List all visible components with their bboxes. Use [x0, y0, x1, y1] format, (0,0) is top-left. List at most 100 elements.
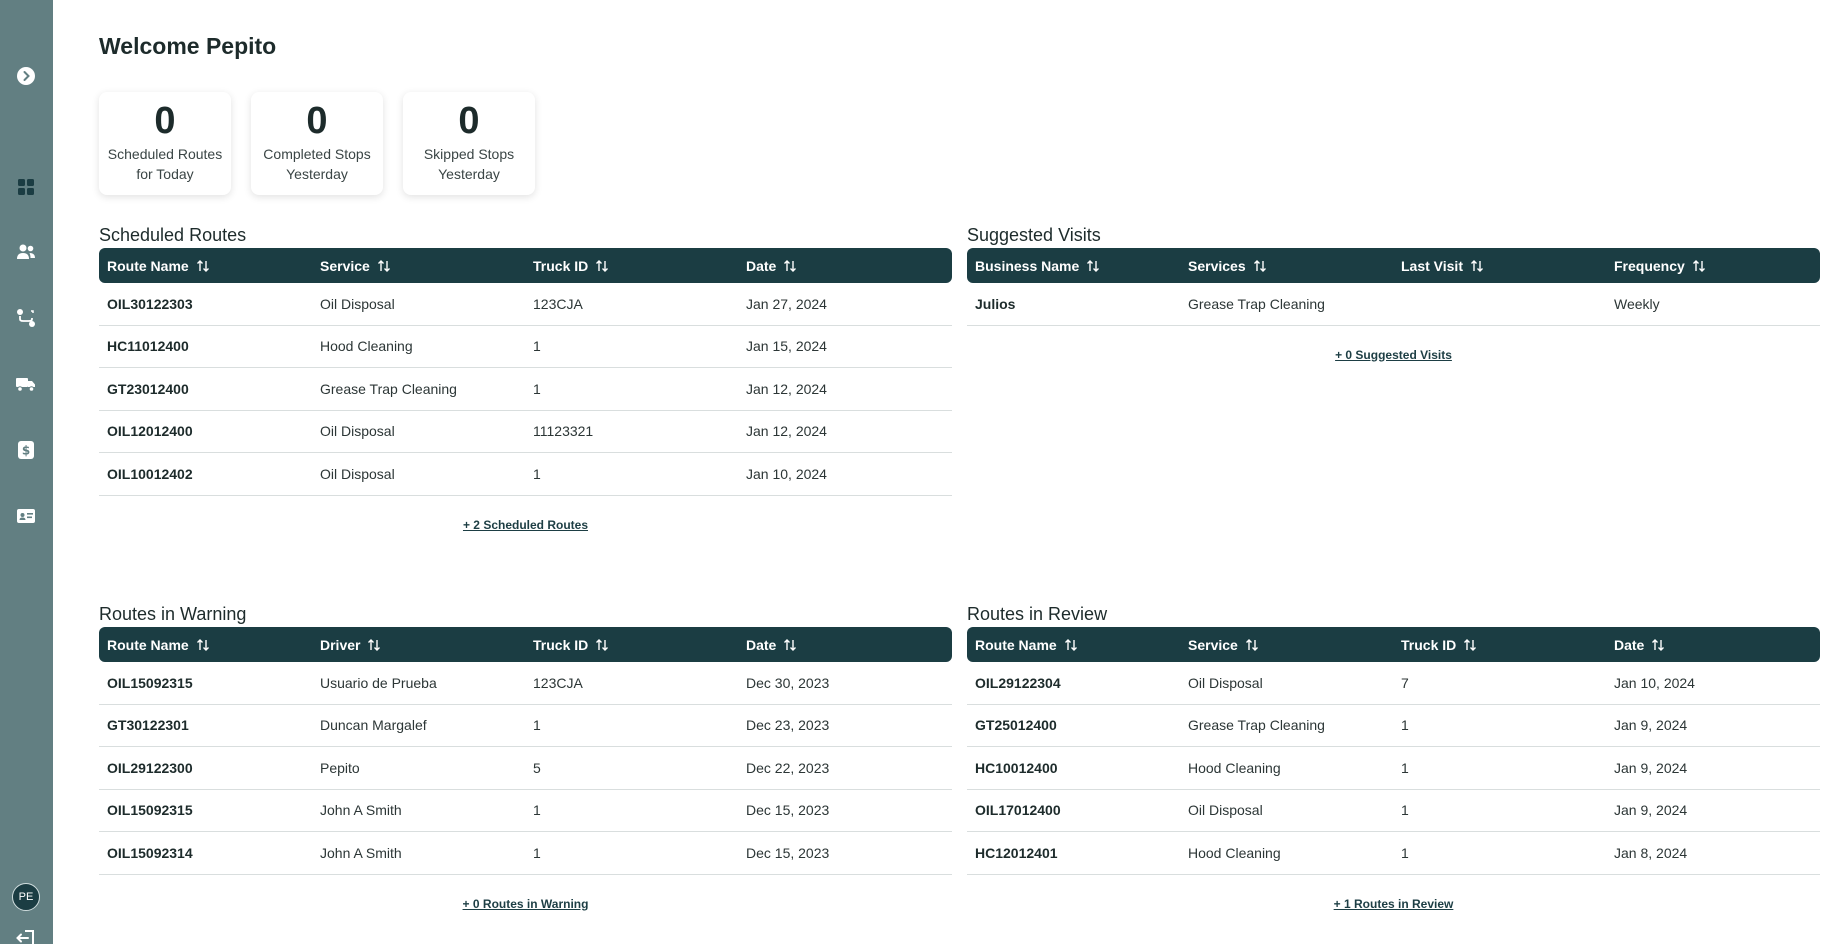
sort-icon[interactable] — [1253, 259, 1267, 273]
sidebar: $ PE — [0, 0, 53, 946]
table-row[interactable]: OIL10012402 Oil Disposal 1 Jan 10, 2024 — [99, 453, 952, 496]
table-row[interactable]: OIL17012400 Oil Disposal 1 Jan 9, 2024 — [967, 790, 1820, 832]
table-row[interactable]: OIL29122304 Oil Disposal 7 Jan 10, 2024 — [967, 662, 1820, 705]
sort-icon[interactable] — [595, 259, 609, 273]
sort-icon[interactable] — [783, 259, 797, 273]
table-cell: 1 — [1401, 759, 1409, 776]
stat-label: Completed Stops — [263, 146, 371, 162]
sort-icon[interactable] — [1463, 638, 1477, 652]
column-header[interactable]: Route Name — [99, 637, 312, 653]
column-label: Truck ID — [533, 257, 589, 274]
table-cell: Dec 23, 2023 — [746, 717, 830, 734]
sort-icon[interactable] — [1651, 638, 1665, 652]
table-row[interactable]: OIL15092315 John A Smith 1 Dec 15, 2023 — [99, 790, 952, 832]
scheduled-routes-section: Scheduled Routes Route Name Service Truck I… — [99, 222, 952, 532]
table-cell: Hood Cleaning — [1188, 759, 1281, 776]
column-header[interactable]: Truck ID — [1393, 637, 1606, 653]
column-header[interactable]: Driver — [312, 637, 525, 653]
sort-icon[interactable] — [1245, 638, 1259, 652]
table-cell: Dec 22, 2023 — [746, 759, 830, 776]
user-avatar[interactable]: PE — [12, 883, 40, 911]
sort-icon[interactable] — [196, 638, 210, 652]
show-more-link[interactable]: + 0 Routes in Warning — [99, 897, 952, 911]
table-cell: 1 — [533, 465, 541, 482]
stat-value: 0 — [306, 100, 328, 142]
table-row[interactable]: OIL15092314 John A Smith 1 Dec 15, 2023 — [99, 832, 952, 875]
show-more-link[interactable]: + 2 Scheduled Routes — [99, 518, 952, 532]
column-label: Driver — [320, 636, 361, 653]
column-header[interactable]: Last Visit — [1393, 258, 1606, 274]
table-cell: Oil Disposal — [320, 295, 395, 312]
table-cell: OIL29122300 — [107, 759, 193, 776]
sort-icon[interactable] — [367, 638, 381, 652]
stat-card-skipped-stops: 0 Skipped Stops Yesterday — [403, 92, 535, 195]
column-label: Truck ID — [1401, 636, 1457, 653]
truck-icon[interactable] — [14, 372, 38, 396]
column-header[interactable]: Date — [1606, 637, 1819, 653]
table-row[interactable]: OIL12012400 Oil Disposal 11123321 Jan 12, 2… — [99, 411, 952, 453]
table-cell: HC10012400 — [975, 759, 1058, 776]
table-cell: John A Smith — [320, 844, 402, 861]
table-cell: Pepito — [320, 759, 360, 776]
table-row[interactable]: HC10012400 Hood Cleaning 1 Jan 9, 2024 — [967, 747, 1820, 790]
table-cell: Hood Cleaning — [320, 338, 413, 355]
column-header[interactable]: Route Name — [99, 258, 312, 274]
column-header[interactable]: Business Name — [967, 258, 1180, 274]
show-more-link[interactable]: + 0 Suggested Visits — [967, 348, 1820, 362]
sort-icon[interactable] — [196, 259, 210, 273]
table-cell: OIL29122304 — [975, 674, 1061, 691]
stat-card-scheduled-routes: 0 Scheduled Routes for Today — [99, 92, 231, 195]
main-content: Welcome Pepito 0 Scheduled Routes for To… — [53, 0, 1837, 944]
column-header[interactable]: Date — [738, 637, 951, 653]
table-row[interactable]: OIL29122300 Pepito 5 Dec 22, 2023 — [99, 747, 952, 790]
column-header[interactable]: Frequency — [1606, 258, 1819, 274]
column-label: Business Name — [975, 257, 1080, 274]
table-cell: Oil Disposal — [1188, 802, 1263, 819]
column-label: Route Name — [107, 257, 189, 274]
table-row[interactable]: Julios Grease Trap Cleaning Weekly — [967, 283, 1820, 326]
column-header[interactable]: Date — [738, 258, 951, 274]
table-cell: 1 — [1401, 717, 1409, 734]
table-row[interactable]: HC11012400 Hood Cleaning 1 Jan 15, 2024 — [99, 326, 952, 368]
table-row[interactable]: GT25012400 Grease Trap Cleaning 1 Jan 9, 20… — [967, 705, 1820, 747]
table-row[interactable]: GT23012400 Grease Trap Cleaning 1 Jan 12, 2… — [99, 368, 952, 411]
column-header[interactable]: Services — [1180, 258, 1393, 274]
column-header[interactable]: Truck ID — [525, 637, 738, 653]
column-label: Services — [1188, 257, 1246, 274]
contact-card-icon[interactable] — [14, 504, 38, 528]
column-label: Route Name — [107, 636, 189, 653]
table-row[interactable]: OIL30122303 Oil Disposal 123CJA Jan 27, 202… — [99, 283, 952, 326]
sort-icon[interactable] — [783, 638, 797, 652]
sort-icon[interactable] — [377, 259, 391, 273]
table-cell: Jan 9, 2024 — [1614, 717, 1688, 734]
sort-icon[interactable] — [1470, 259, 1484, 273]
table-cell: Jan 15, 2024 — [746, 338, 827, 355]
table-cell: Dec 15, 2023 — [746, 844, 830, 861]
svg-text:$: $ — [22, 444, 30, 458]
logout-icon[interactable] — [14, 926, 38, 950]
sort-icon[interactable] — [1086, 259, 1100, 273]
sort-icon[interactable] — [1064, 638, 1078, 652]
table-cell: 1 — [533, 338, 541, 355]
table-row[interactable]: OIL15092315 Usuario de Prueba 123CJA Dec 30… — [99, 662, 952, 705]
table-cell: Weekly — [1614, 295, 1660, 312]
routes-in-review-section: Routes in Review Route Name Service Truck I… — [967, 601, 1820, 911]
column-header[interactable]: Service — [312, 258, 525, 274]
table-row[interactable]: HC12012401 Hood Cleaning 1 Jan 8, 2024 — [967, 832, 1820, 875]
sort-icon[interactable] — [1692, 259, 1706, 273]
expand-sidebar-icon[interactable] — [14, 64, 38, 88]
routes-icon[interactable] — [14, 306, 38, 330]
table-cell: 1 — [1401, 844, 1409, 861]
users-icon[interactable] — [14, 240, 38, 264]
sort-icon[interactable] — [595, 638, 609, 652]
dashboard-icon[interactable] — [14, 175, 38, 199]
column-header[interactable]: Truck ID — [525, 258, 738, 274]
table-cell: Jan 12, 2024 — [746, 423, 827, 440]
table-cell: Grease Trap Cleaning — [1188, 717, 1325, 734]
show-more-link[interactable]: + 1 Routes in Review — [967, 897, 1820, 911]
column-header[interactable]: Route Name — [967, 637, 1180, 653]
table-row[interactable]: GT30122301 Duncan Margalef 1 Dec 23, 2023 — [99, 705, 952, 747]
column-header[interactable]: Service — [1180, 637, 1393, 653]
billing-icon[interactable]: $ — [14, 438, 38, 462]
table-cell: 1 — [533, 802, 541, 819]
